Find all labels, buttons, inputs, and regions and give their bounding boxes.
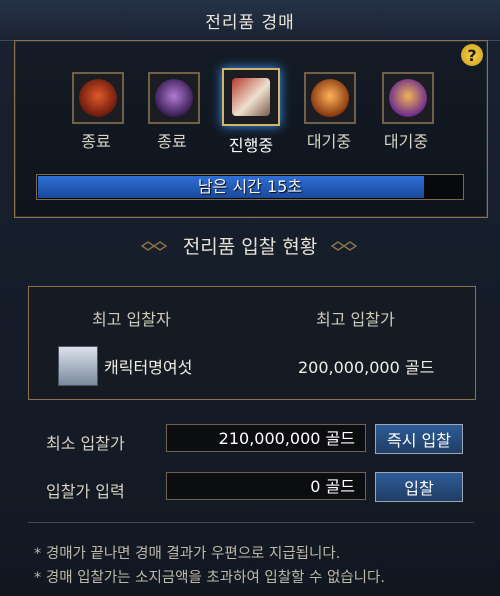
warrior-portrait-icon — [232, 78, 270, 116]
window-title: 전리품 경매 — [205, 12, 295, 33]
red-emblem-icon — [79, 79, 117, 117]
item-slot-5[interactable] — [382, 72, 434, 124]
item-status-4: 대기중 — [306, 132, 352, 151]
bidder-avatar — [58, 346, 98, 386]
notes-divider — [28, 522, 474, 523]
purple-emblem-icon — [155, 79, 193, 117]
item-status-2: 종료 — [157, 132, 187, 151]
top-bid-amount: 200,000,000 골드 — [298, 358, 435, 377]
bid-status-title: 전리품 입찰 현황 — [182, 236, 318, 258]
item-status-1: 종료 — [81, 132, 111, 151]
item-slot-1[interactable] — [72, 72, 124, 124]
time-remaining-text: 남은 시간 15초 — [197, 177, 303, 196]
note-2: * 경매 입찰가는 소지금액을 초과하여 입찰할 수 없습니다. — [34, 570, 385, 586]
min-bid-label: 최소 입찰가 — [46, 434, 125, 453]
item-slot-3[interactable] — [222, 68, 280, 126]
orange-creature-icon — [311, 79, 349, 117]
time-remaining-bar: 남은 시간 15초 — [36, 174, 464, 200]
bid-input-label: 입찰가 입력 — [46, 482, 125, 501]
right-ornament-icon — [330, 241, 358, 251]
header-top-bidder: 최고 입찰자 — [92, 310, 171, 329]
item-status-3: 진행중 — [228, 136, 274, 155]
help-icon[interactable]: ? — [461, 44, 483, 66]
title-bar: 전리품 경매 — [0, 0, 500, 41]
top-bidder-name: 캐릭터명여섯 — [104, 358, 193, 377]
bid-button[interactable]: 입찰 — [375, 472, 463, 502]
instant-bid-button[interactable]: 즉시 입찰 — [375, 424, 463, 454]
item-slot-4[interactable] — [304, 72, 356, 124]
auction-window: 전리품 경매 ? 종료 종료 진행중 대기중 대기중 남은 시간 15초 전리품… — [0, 0, 500, 596]
header-top-amount: 최고 입찰가 — [316, 310, 395, 329]
armored-creature-icon — [389, 79, 427, 117]
bid-amount-input[interactable]: 0 골드 — [166, 472, 366, 500]
min-bid-value: 210,000,000 골드 — [166, 424, 366, 452]
item-slot-2[interactable] — [148, 72, 200, 124]
item-status-5: 대기중 — [383, 132, 429, 151]
note-1: * 경매가 끝나면 경매 결과가 우편으로 지급됩니다. — [34, 546, 341, 562]
